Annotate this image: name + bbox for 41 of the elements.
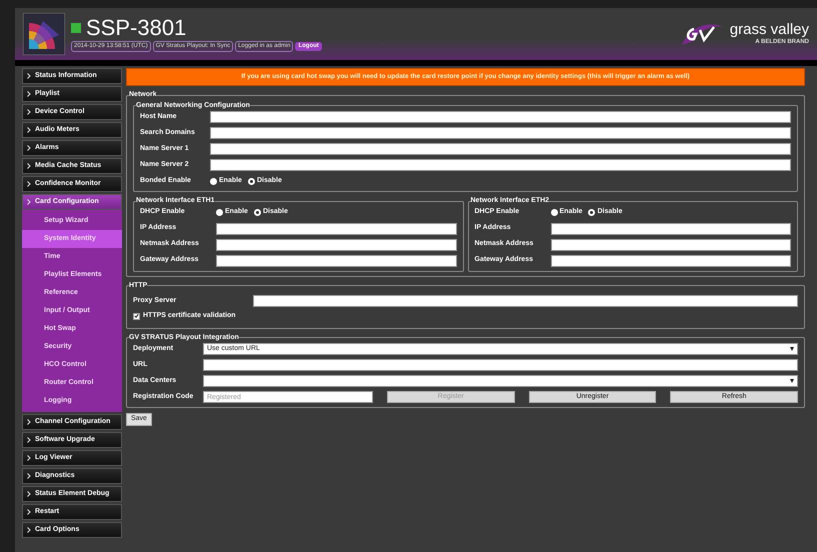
dropdown-arrow-icon — [790, 347, 794, 351]
chevron-icon — [27, 509, 31, 515]
chevron-icon — [27, 163, 31, 169]
chevron-icon — [27, 473, 31, 479]
chevron-icon — [27, 109, 31, 115]
radio-button[interactable] — [210, 178, 217, 184]
input-field[interactable] — [550, 254, 791, 266]
chevron-icon — [27, 527, 31, 533]
radio-button[interactable] — [588, 209, 596, 216]
input-field[interactable] — [550, 238, 791, 250]
chevron-icon — [27, 419, 31, 425]
input-field[interactable] — [210, 111, 791, 123]
input-field[interactable] — [216, 254, 456, 266]
input-field[interactable] — [203, 359, 798, 371]
chevron-icon — [27, 491, 31, 497]
radio-button[interactable] — [216, 209, 223, 216]
chevron-icon — [27, 145, 31, 151]
input-field[interactable] — [253, 295, 798, 307]
radio-button[interactable] — [248, 178, 255, 184]
radio-button[interactable] — [550, 209, 558, 216]
input-field[interactable] — [210, 127, 791, 139]
logo-icon — [23, 13, 65, 55]
chevron-icon — [27, 73, 31, 79]
input-field[interactable] — [216, 222, 456, 234]
dropdown[interactable] — [203, 375, 798, 387]
checkbox[interactable] — [133, 312, 140, 320]
input-field[interactable] — [216, 238, 456, 250]
input-field[interactable] — [210, 159, 791, 171]
chevron-icon — [27, 181, 31, 187]
dropdown-arrow-icon — [790, 379, 794, 383]
chevron-icon — [27, 91, 31, 97]
chevron-icon — [27, 199, 31, 205]
chevron-icon — [27, 455, 31, 461]
input-field[interactable] — [550, 222, 791, 234]
radio-button[interactable] — [254, 209, 261, 216]
device-title: SSP-3801 — [86, 16, 186, 40]
input-field[interactable] — [210, 143, 791, 155]
status-square-icon — [71, 23, 81, 33]
chevron-icon — [27, 437, 31, 443]
chevron-icon — [27, 127, 31, 133]
brand-name: grass valley — [730, 22, 809, 38]
